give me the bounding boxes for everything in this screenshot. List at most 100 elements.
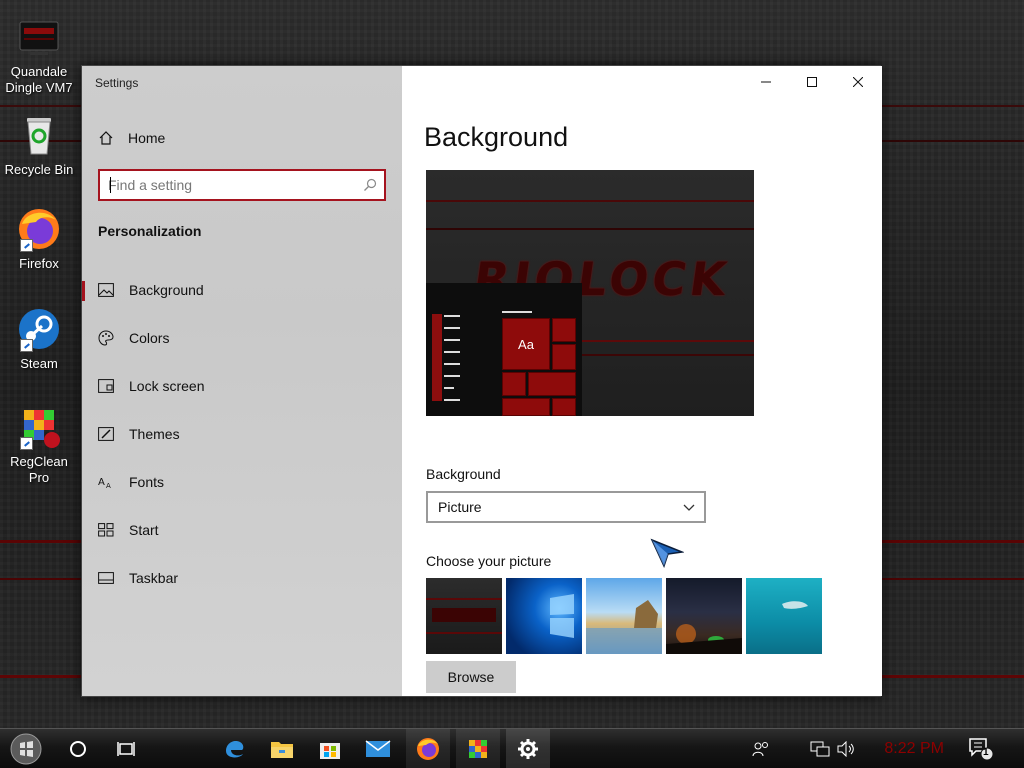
firefox-icon xyxy=(417,738,439,760)
nav-item-start[interactable]: Start xyxy=(82,510,402,550)
text-caret xyxy=(110,177,111,193)
svg-text:A: A xyxy=(98,477,105,488)
desktop-icon-label: Steam xyxy=(20,356,58,371)
window-title: Settings xyxy=(95,76,139,90)
notification-count-badge: 1 xyxy=(983,747,989,758)
background-type-dropdown[interactable]: Picture xyxy=(426,491,706,523)
nav-item-colors[interactable]: Colors xyxy=(82,318,402,358)
settings-taskbar-button[interactable] xyxy=(506,729,550,768)
close-icon xyxy=(853,77,863,87)
browse-button[interactable]: Browse xyxy=(426,661,516,693)
computer-icon xyxy=(16,14,62,60)
shortcut-arrow-icon xyxy=(20,437,33,450)
cortana-icon xyxy=(70,741,86,757)
background-preview: RIOLOCK Aa xyxy=(426,170,754,416)
firefox-taskbar-button[interactable] xyxy=(406,729,450,768)
task-view-icon xyxy=(117,742,135,756)
page-title: Background xyxy=(424,122,569,152)
palette-icon xyxy=(98,330,114,346)
file-explorer-icon xyxy=(271,742,293,758)
desktop-icon-label: Firefox xyxy=(19,256,59,271)
nav-item-taskbar[interactable]: Taskbar xyxy=(82,558,402,598)
desktop-icon-label: Quandale Dingle VM7 xyxy=(5,64,73,95)
desktop-icon-steam[interactable]: Steam xyxy=(0,306,78,372)
store-button[interactable] xyxy=(310,729,350,768)
lock-screen-icon xyxy=(98,378,114,394)
desktop-icon-firefox[interactable]: Firefox xyxy=(0,206,78,272)
taskbar: 8:22 PM 1 xyxy=(0,728,1024,768)
desktop-icon-label: Recycle Bin xyxy=(4,162,74,177)
people-button[interactable] xyxy=(748,729,774,768)
background-label: Background xyxy=(426,466,501,482)
shortcut-arrow-icon xyxy=(20,239,33,252)
nav-item-label: Lock screen xyxy=(129,378,205,394)
steam-icon xyxy=(16,306,62,352)
chevron-down-icon xyxy=(683,504,695,511)
choose-picture-label: Choose your picture xyxy=(426,553,552,569)
task-view-button[interactable] xyxy=(108,729,144,768)
search-input[interactable] xyxy=(108,175,348,195)
nav-item-label: Taskbar xyxy=(129,570,179,586)
desktop-icon-label: RegClean Pro xyxy=(10,454,68,485)
settings-icon xyxy=(518,739,538,759)
regclean-icon xyxy=(469,740,487,758)
home-link[interactable]: Home xyxy=(98,130,165,146)
picture-thumbnail[interactable] xyxy=(506,578,582,654)
mail-icon xyxy=(365,740,391,757)
mail-button[interactable] xyxy=(358,729,398,768)
desktop-icon-regclean[interactable]: RegClean Pro xyxy=(0,404,78,486)
picture-icon xyxy=(98,282,114,298)
nav-item-background[interactable]: Background xyxy=(82,270,402,310)
start-icon xyxy=(10,733,42,765)
mouse-cursor-icon xyxy=(650,538,684,568)
picture-thumbnail[interactable] xyxy=(666,578,742,654)
regclean-icon xyxy=(16,404,62,450)
picture-thumbnail[interactable] xyxy=(746,578,822,654)
maximize-icon xyxy=(807,77,817,87)
shortcut-arrow-icon xyxy=(20,339,33,352)
people-icon xyxy=(752,742,768,757)
section-title: Personalization xyxy=(98,223,202,239)
preview-tile-label: Aa xyxy=(518,336,534,352)
settings-window: Settings Home Personalization Background xyxy=(81,65,882,697)
nav-item-fonts[interactable]: AA Fonts xyxy=(82,462,402,502)
nav-item-label: Colors xyxy=(129,330,170,346)
file-explorer-button[interactable] xyxy=(262,729,302,768)
picture-thumbnail[interactable] xyxy=(586,578,662,654)
nav-item-label: Background xyxy=(129,282,204,298)
edge-button[interactable] xyxy=(214,729,254,768)
search-icon[interactable] xyxy=(363,178,377,192)
volume-button[interactable] xyxy=(834,729,858,768)
maximize-button[interactable] xyxy=(789,66,835,98)
home-label: Home xyxy=(128,130,166,146)
settings-content: Background RIOLOCK Aa Background Picture… xyxy=(402,66,882,696)
cortana-button[interactable] xyxy=(60,729,96,768)
search-box[interactable] xyxy=(98,169,386,201)
start-icon xyxy=(98,522,114,538)
desktop-icon-recycle-bin[interactable]: Recycle Bin xyxy=(0,112,78,178)
settings-nav-pane: Settings Home Personalization Background xyxy=(82,66,402,696)
edge-icon xyxy=(226,741,244,758)
nav-item-lock-screen[interactable]: Lock screen xyxy=(82,366,402,406)
firefox-icon xyxy=(16,206,62,252)
taskbar-clock[interactable]: 8:22 PM xyxy=(884,740,944,758)
fonts-icon: AA xyxy=(98,474,114,490)
volume-icon xyxy=(837,741,854,757)
nav-item-label: Start xyxy=(129,522,159,538)
desktop-icon-computer[interactable]: Quandale Dingle VM7 xyxy=(0,14,78,96)
network-button[interactable] xyxy=(808,729,832,768)
action-center-button[interactable]: 1 xyxy=(966,729,996,768)
minimize-icon xyxy=(761,81,771,83)
minimize-button[interactable] xyxy=(743,66,789,98)
dropdown-value: Picture xyxy=(438,499,482,515)
taskbar-icon xyxy=(98,570,114,586)
nav-item-themes[interactable]: Themes xyxy=(82,414,402,454)
store-icon xyxy=(320,743,340,759)
start-button[interactable] xyxy=(6,729,46,768)
recycle-bin-icon xyxy=(16,112,62,158)
nav-item-label: Fonts xyxy=(129,474,165,490)
regclean-taskbar-button[interactable] xyxy=(456,729,500,768)
close-button[interactable] xyxy=(835,66,881,98)
picture-thumbnail[interactable] xyxy=(426,578,502,654)
nav-item-label: Themes xyxy=(129,426,180,442)
